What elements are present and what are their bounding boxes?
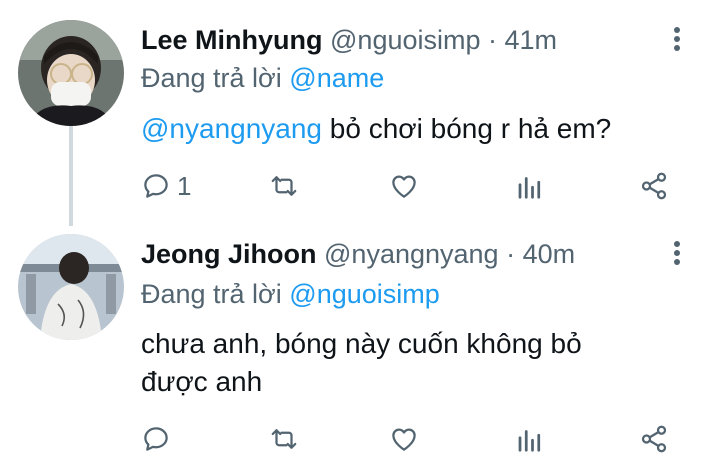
display-name[interactable]: Jeong Jihoon	[141, 239, 317, 269]
mention-link[interactable]: @nyangnyang	[141, 113, 322, 144]
timestamp[interactable]: · 40m	[506, 239, 575, 269]
reply-context: Đang trả lời @nguoisimp	[141, 278, 440, 310]
person-mask-avatar-icon	[18, 20, 124, 126]
more-icon[interactable]	[666, 25, 688, 55]
reply-button[interactable]	[141, 422, 171, 456]
tweet-text-content: bỏ chơi bóng r hả em?	[322, 113, 612, 144]
avatar[interactable]	[18, 234, 124, 340]
avatar[interactable]	[18, 20, 124, 126]
reply-icon	[144, 427, 168, 451]
like-icon	[392, 175, 416, 198]
reply-icon	[144, 174, 168, 198]
share-icon	[641, 425, 667, 453]
user-handle[interactable]: @nguoisimp	[330, 25, 480, 55]
retweet-icon	[271, 176, 297, 196]
retweet-button[interactable]	[269, 422, 299, 456]
share-button[interactable]	[639, 169, 669, 203]
like-button[interactable]	[389, 422, 419, 456]
tweet-text-line: chưa anh, bóng này cuốn không bỏ	[141, 328, 582, 359]
display-name[interactable]: Lee Minhyung	[141, 25, 323, 55]
retweet-icon	[271, 429, 297, 449]
reply-prefix: Đang trả lời	[141, 63, 282, 93]
person-back-avatar-icon	[18, 234, 124, 340]
reply-prefix: Đang trả lời	[141, 279, 282, 309]
more-icon[interactable]	[666, 239, 688, 269]
analytics-icon	[518, 430, 541, 452]
tweet-header: Jeong Jihoon @nyangnyang · 40m	[141, 238, 575, 270]
reply-button[interactable]: 1	[141, 169, 191, 203]
action-bar	[141, 422, 681, 456]
analytics-button[interactable]	[515, 169, 545, 203]
analytics-button[interactable]	[515, 422, 545, 456]
tweet-2[interactable]: Jeong Jihoon @nyangnyang · 40m Đang trả …	[0, 222, 720, 469]
user-handle[interactable]: @nyangnyang	[324, 239, 499, 269]
retweet-button[interactable]	[269, 169, 299, 203]
reply-to-link[interactable]: @nguoisimp	[289, 279, 439, 309]
like-icon	[392, 428, 416, 451]
tweet-text: chưa anh, bóng này cuốn không bỏ được an…	[141, 325, 701, 401]
timestamp[interactable]: · 41m	[488, 25, 557, 55]
reply-to-link[interactable]: @name	[289, 63, 384, 93]
like-button[interactable]	[389, 169, 419, 203]
action-bar: 1	[141, 169, 681, 203]
reply-count: 1	[177, 170, 192, 201]
share-icon	[641, 172, 667, 200]
tweet-text-line: được anh	[141, 366, 263, 397]
tweet-text: @nyangnyang bỏ chơi bóng r hả em?	[141, 110, 701, 148]
tweet-header: Lee Minhyung @nguoisimp · 41m	[141, 24, 557, 56]
reply-context: Đang trả lời @name	[141, 62, 384, 94]
share-button[interactable]	[639, 422, 669, 456]
analytics-icon	[518, 177, 541, 199]
tweet-1[interactable]: Lee Minhyung @nguoisimp · 41m Đang trả l…	[0, 0, 720, 222]
